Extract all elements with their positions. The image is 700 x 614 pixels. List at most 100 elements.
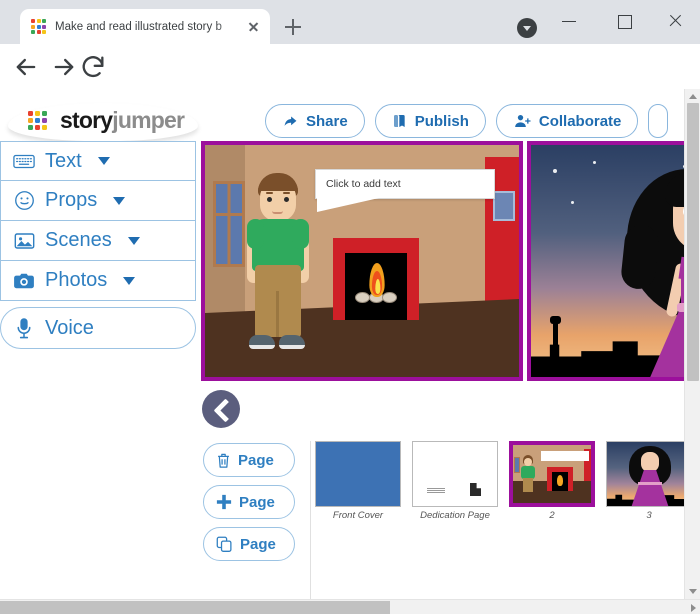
browser-toolbar: storyjumper.com/sjeditor/edit/106925876/… [0, 44, 700, 126]
microphone-icon [13, 317, 35, 338]
back-arrow-icon[interactable] [12, 53, 40, 81]
boy-brow-left [266, 192, 273, 194]
boy-eye-right [284, 197, 289, 202]
logo-text-light: jumper [112, 107, 185, 133]
window-close-icon[interactable] [657, 5, 693, 37]
vertical-scrollbar-thumb[interactable] [687, 103, 699, 381]
text-placeholder-label: Click to add text [326, 178, 401, 190]
page-thumbnail-strip: Front Cover Dedication Page 2 3 [310, 441, 692, 614]
thumbnail-row: Front Cover Dedication Page 2 3 [315, 441, 692, 521]
delete-page-label: Page [238, 451, 274, 469]
thumbnail-front-cover[interactable]: Front Cover [315, 441, 401, 521]
star-dot [553, 169, 557, 173]
camera-icon [13, 271, 35, 291]
sidebar-item-label: Voice [45, 316, 94, 339]
horizontal-scrollbar-thumb[interactable] [0, 601, 390, 614]
text-placeholder-box[interactable]: Click to add text [315, 169, 495, 199]
door-window [493, 191, 515, 221]
top-toolbar: Share Publish Collaborate [265, 104, 669, 138]
close-icon[interactable] [245, 18, 262, 35]
boy-brow-right [283, 192, 290, 194]
sidebar-item-props[interactable]: Props [0, 181, 196, 221]
logo-dots-icon [28, 111, 54, 133]
publish-label: Publish [414, 112, 469, 130]
sidebar-item-label: Text [45, 149, 82, 172]
downloads-caret-icon[interactable] [517, 18, 537, 38]
minimize-icon[interactable] [551, 5, 587, 37]
thumbnail-caption: 3 [646, 510, 652, 521]
logo-text-bold: story [60, 107, 113, 133]
delete-page-button[interactable]: Page [203, 443, 295, 477]
page-2-mini-scene [513, 445, 591, 503]
tab-strip: Make and read illustrated story b [0, 0, 700, 44]
previous-page-chevron-icon[interactable] [202, 390, 240, 428]
new-tab-button[interactable] [280, 14, 306, 40]
share-button[interactable]: Share [265, 104, 365, 138]
left-sidebar: Text Props Scenes Photos Voice [0, 141, 196, 349]
dedication-text-lines [427, 488, 445, 493]
mini-boy [521, 455, 535, 493]
mini-window [514, 457, 520, 473]
boy-sleeve-left [247, 219, 264, 249]
add-page-label: Page [239, 493, 275, 511]
sidebar-item-label: Props [45, 189, 98, 211]
boy-eye-left [267, 197, 272, 202]
canvas-page-right[interactable] [527, 141, 700, 381]
sidebar-item-voice[interactable]: Voice [0, 307, 196, 349]
sidebar-item-photos[interactable]: Photos [0, 261, 196, 301]
reload-icon[interactable] [79, 53, 107, 81]
forward-arrow-icon[interactable] [50, 53, 78, 81]
duplicate-page-button[interactable]: Page [203, 527, 295, 561]
storyjumper-dots-icon [31, 19, 46, 34]
boy-pants [255, 265, 301, 337]
star-dot [571, 201, 574, 204]
tab-title: Make and read illustrated story b [55, 20, 222, 33]
sidebar-item-label: Scenes [45, 229, 112, 251]
thumbnail-page-2[interactable]: 2 [509, 441, 595, 521]
speech-bubble-tail [317, 198, 379, 212]
boy-character[interactable] [241, 173, 315, 357]
chevron-down-icon[interactable] [113, 196, 126, 205]
scroll-right-arrow-icon[interactable] [691, 604, 696, 612]
overflow-button-partial[interactable] [648, 104, 669, 138]
page-3-mini-scene [607, 442, 691, 506]
thumbnail-image [315, 441, 401, 507]
mini-flame [557, 475, 563, 486]
horizontal-scrollbar[interactable] [0, 599, 700, 614]
sidebar-item-scenes[interactable]: Scenes [0, 221, 196, 261]
radio-tower [550, 316, 561, 347]
boy-fringe [258, 177, 298, 191]
collaborate-button[interactable]: Collaborate [495, 104, 639, 138]
thumbnail-page-3[interactable]: 3 [606, 441, 692, 521]
sidebar-item-label: Photos [45, 269, 108, 291]
star-dot [593, 161, 596, 164]
scroll-up-arrow-icon[interactable] [689, 94, 697, 99]
publish-button[interactable]: Publish [374, 104, 486, 138]
chevron-down-icon[interactable] [123, 276, 136, 285]
thumbnail-dedication-page[interactable]: Dedication Page [412, 441, 498, 521]
thumbnail-caption: Front Cover [332, 510, 384, 521]
vertical-scrollbar[interactable] [684, 89, 700, 599]
chevron-down-icon[interactable] [127, 236, 140, 245]
duplicate-page-label: Page [240, 535, 276, 553]
chevron-down-icon[interactable] [97, 157, 110, 165]
maximize-icon[interactable] [606, 5, 642, 37]
add-page-button[interactable]: Page [203, 485, 295, 519]
storyjumper-logo[interactable]: storyjumper [8, 99, 203, 144]
image-icon [13, 231, 35, 251]
share-label: Share [306, 112, 348, 130]
keyboard-icon [13, 151, 35, 171]
boy-shoe-right [279, 335, 305, 349]
smiley-icon [13, 191, 35, 211]
scroll-down-arrow-icon[interactable] [689, 589, 697, 594]
browser-tab[interactable]: Make and read illustrated story b [20, 9, 270, 44]
page-actions: Page Page Page [203, 443, 295, 569]
sidebar-item-text[interactable]: Text [0, 141, 196, 181]
boy-mouth [272, 211, 283, 214]
thumbnail-image [412, 441, 498, 507]
mini-girl-face [641, 452, 659, 472]
canvas-page-left[interactable]: Click to add text [201, 141, 523, 381]
thumbnail-caption: 2 [549, 510, 555, 521]
thumbnail-caption: Dedication Page [420, 510, 490, 521]
boy-shoe-left [249, 335, 275, 349]
